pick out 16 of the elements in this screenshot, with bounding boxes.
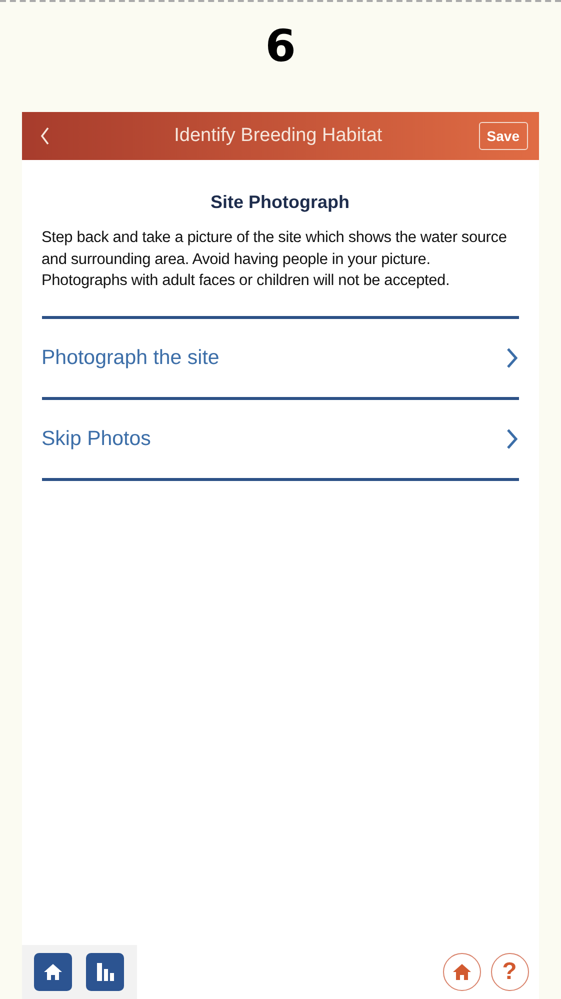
help-button[interactable]: ? [490,953,528,991]
home-icon [42,962,62,982]
chevron-right-icon [504,346,518,368]
step-number: 6 [265,20,296,74]
home-button[interactable] [34,953,72,991]
save-button[interactable]: Save [478,122,528,150]
instructions-text: Step back and take a picture of the site which shows the water source and surrounding area. Avoid having people in your picture. Photographs with adult faces or children will not be accepted. [42,228,508,291]
home-icon [452,962,472,982]
option-link[interactable]: Photograph the site [42,346,220,370]
home-button[interactable] [442,953,480,991]
section-title: Site Photograph [210,192,350,213]
chevron-right-icon [504,428,518,450]
chart-button[interactable] [86,953,124,991]
screen-title: Identify Breeding Habitat [173,125,384,147]
back-icon[interactable] [40,126,50,146]
option-link[interactable]: Skip Photos [42,426,151,450]
